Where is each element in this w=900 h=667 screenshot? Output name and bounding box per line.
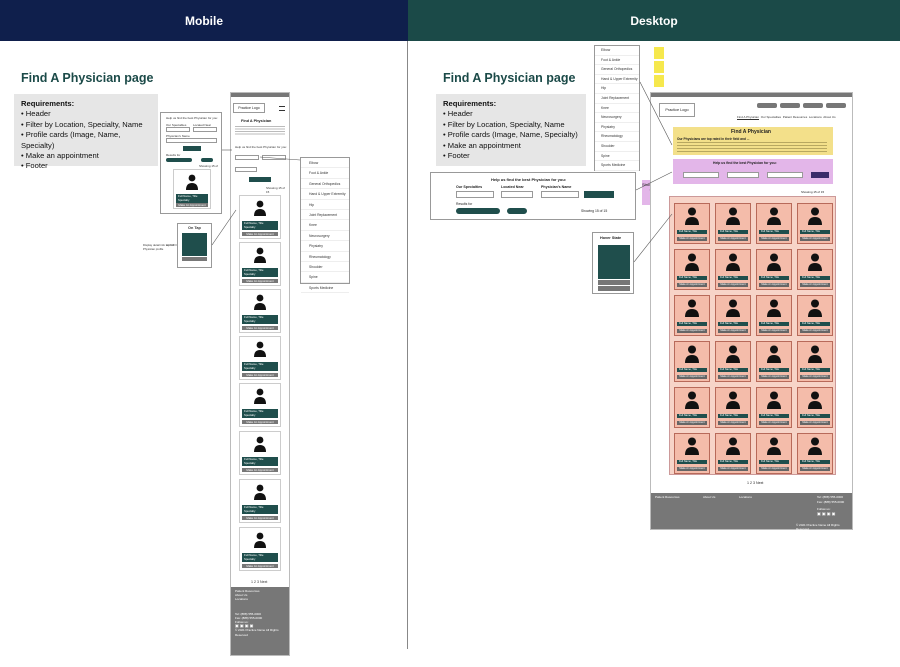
desktop-connector-arrows	[633, 81, 673, 263]
